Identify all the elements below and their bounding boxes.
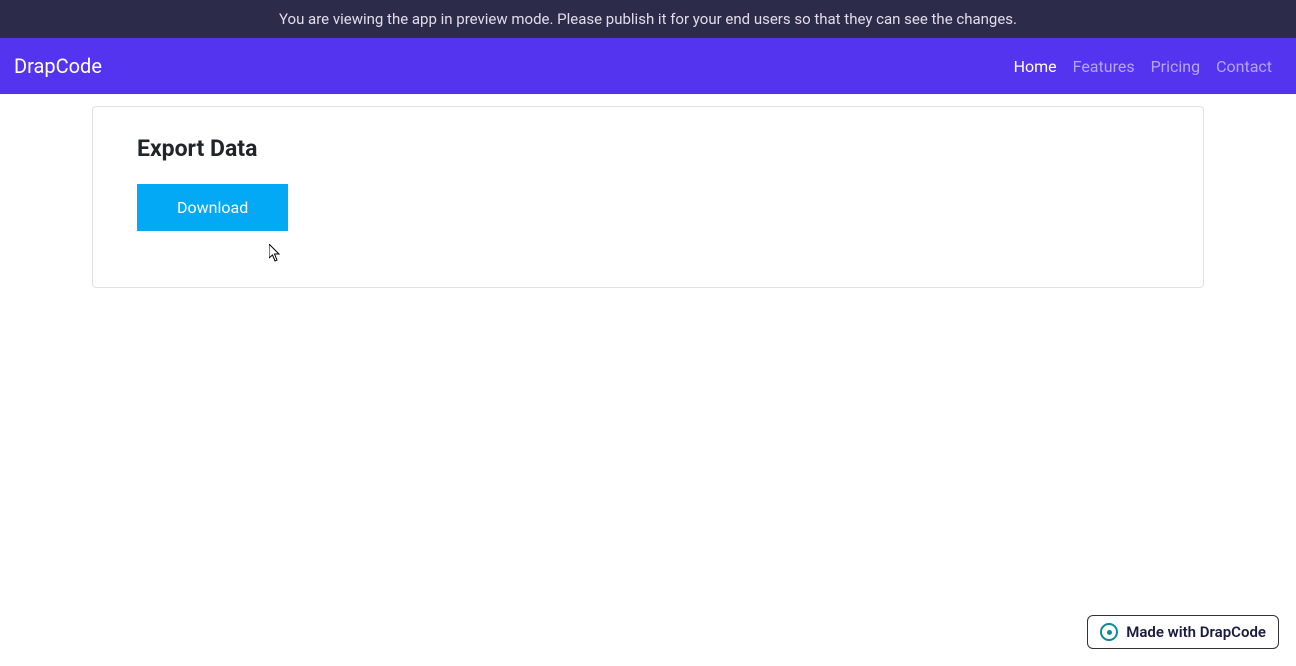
made-with-drapcode-badge[interactable]: Made with DrapCode: [1087, 615, 1279, 649]
nav-link-pricing[interactable]: Pricing: [1151, 57, 1201, 76]
brand-logo[interactable]: DrapCode: [14, 54, 102, 78]
made-with-text: Made with DrapCode: [1126, 623, 1266, 641]
nav-link-home[interactable]: Home: [1014, 57, 1057, 76]
preview-mode-text: You are viewing the app in preview mode.…: [279, 10, 1017, 28]
card-title: Export Data: [137, 135, 1159, 162]
nav-link-contact[interactable]: Contact: [1216, 57, 1272, 76]
nav-link-features[interactable]: Features: [1073, 57, 1135, 76]
drapcode-logo-icon: [1100, 623, 1118, 641]
main-navbar: DrapCode Home Features Pricing Contact: [0, 38, 1296, 94]
download-button[interactable]: Download: [137, 184, 288, 231]
content-wrapper: Export Data Download: [0, 94, 1296, 288]
nav-links: Home Features Pricing Contact: [1014, 57, 1272, 76]
export-card: Export Data Download: [92, 106, 1204, 288]
preview-mode-banner: You are viewing the app in preview mode.…: [0, 0, 1296, 38]
